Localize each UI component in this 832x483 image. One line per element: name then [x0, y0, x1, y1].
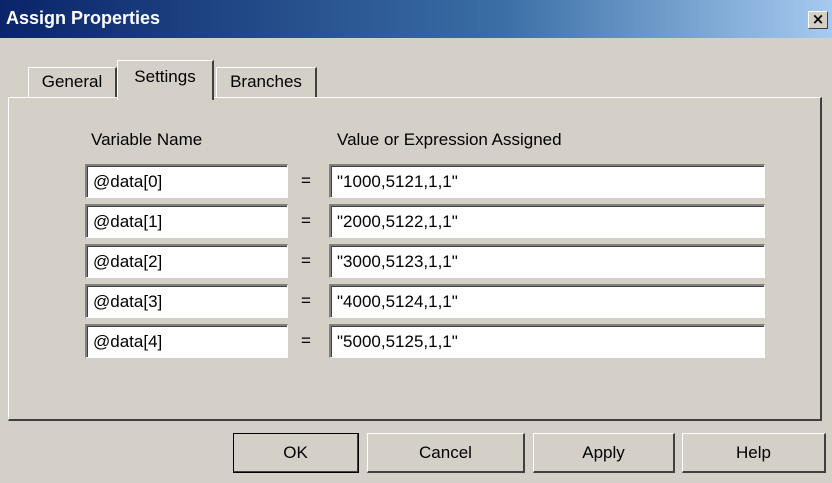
value-field-1[interactable]: [329, 204, 765, 238]
variable-field-4[interactable]: [85, 324, 288, 358]
equals-sign: =: [301, 211, 311, 230]
title-bar: Assign Properties ×: [0, 0, 832, 38]
tab-branches[interactable]: Branches: [216, 67, 317, 98]
equals-sign: =: [301, 251, 311, 270]
variable-field-3[interactable]: [85, 284, 288, 318]
cancel-button[interactable]: Cancel: [367, 433, 525, 473]
tab-settings[interactable]: Settings: [117, 60, 214, 100]
equals-sign: =: [301, 331, 311, 350]
tab-settings-label: Settings: [134, 67, 196, 86]
tab-general-label: General: [41, 72, 103, 91]
value-header: Value or Expression Assigned: [337, 130, 562, 149]
tab-branches-label: Branches: [230, 72, 302, 91]
help-button[interactable]: Help: [682, 433, 826, 473]
close-button[interactable]: ×: [808, 11, 828, 29]
variable-name-header: Variable Name: [91, 130, 203, 149]
value-field-0[interactable]: [329, 164, 765, 198]
equals-sign: =: [301, 291, 311, 310]
equals-sign: =: [301, 171, 311, 190]
variable-field-2[interactable]: [85, 244, 288, 278]
close-icon: ×: [811, 10, 825, 28]
ok-button[interactable]: OK: [233, 433, 359, 473]
apply-button[interactable]: Apply: [533, 433, 675, 473]
value-field-3[interactable]: [329, 284, 765, 318]
window-title: Assign Properties: [6, 8, 161, 28]
tab-general[interactable]: General: [28, 67, 117, 98]
variable-field-0[interactable]: [85, 164, 288, 198]
variable-field-1[interactable]: [85, 204, 288, 238]
value-field-4[interactable]: [329, 324, 765, 358]
value-field-2[interactable]: [329, 244, 765, 278]
